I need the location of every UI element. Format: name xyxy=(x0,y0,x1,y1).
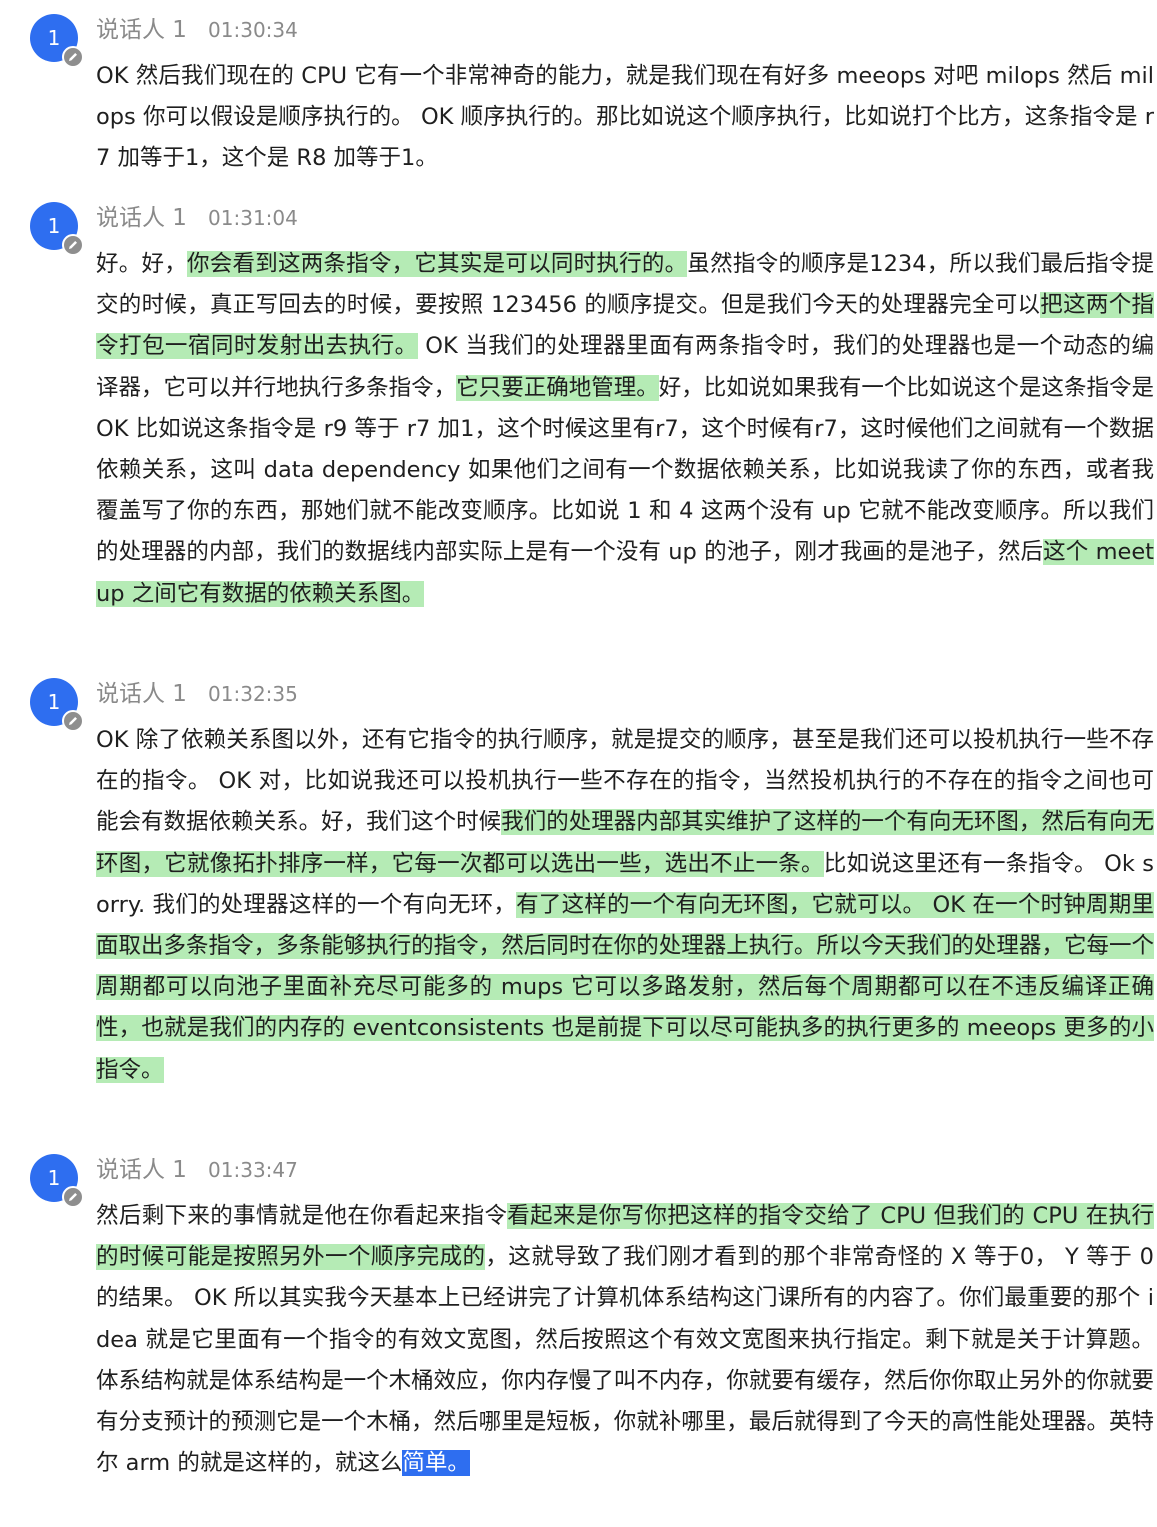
edit-icon[interactable] xyxy=(62,234,84,256)
timestamp[interactable]: 01:30:34 xyxy=(208,18,298,42)
timestamp[interactable]: 01:32:35 xyxy=(208,682,298,706)
text-segment[interactable]: OK 然后我们现在的 CPU 它有一个非常神奇的能力，就是我们现在有好多 mee… xyxy=(96,63,1154,171)
transcript-entry: 1 说话人 1 01:33:47 然后剩下来的事情就是他在你看起来指令看起来是你… xyxy=(0,1140,1157,1527)
speaker-name[interactable]: 说话人 1 xyxy=(96,681,187,707)
speaker-name[interactable]: 说话人 1 xyxy=(96,17,187,43)
text-segment[interactable]: 好。好， xyxy=(96,251,187,277)
edit-icon[interactable] xyxy=(62,710,84,732)
entry-meta: 说话人 1 01:32:35 xyxy=(96,678,298,710)
speaker-name[interactable]: 说话人 1 xyxy=(96,205,187,231)
entry-meta: 说话人 1 01:31:04 xyxy=(96,202,298,234)
text-segment[interactable]: ，这就导致了我们刚才看到的那个非常奇怪的 X 等于0， Y 等于 0 的结果。 … xyxy=(96,1244,1154,1476)
highlighted-text[interactable]: 你会看到这两条指令，它其实是可以同时执行的。 xyxy=(186,251,688,277)
transcript-text[interactable]: 好。好，你会看到这两条指令，它其实是可以同时执行的。虽然指令的顺序是1234，所… xyxy=(96,244,1154,615)
entry-meta: 说话人 1 01:30:34 xyxy=(96,14,298,46)
text-segment[interactable]: 好，比如说如果我有一个比如说这个是这条指令是 OK 比如说这条指令是 r9 等于… xyxy=(96,375,1154,566)
transcript-text[interactable]: OK 然后我们现在的 CPU 它有一个非常神奇的能力，就是我们现在有好多 mee… xyxy=(96,56,1154,180)
transcript-text[interactable]: 然后剩下来的事情就是他在你看起来指令看起来是你写你把这样的指令交给了 CPU 但… xyxy=(96,1196,1154,1484)
highlighted-text[interactable]: 有了这样的一个有向无环图，它就可以。 OK 在一个时钟周期里面取出多条指令，多条… xyxy=(96,891,1154,1083)
timestamp[interactable]: 01:33:47 xyxy=(208,1158,298,1182)
transcript-entry: 1 说话人 1 01:32:35 OK 除了依赖关系图以外，还有它指令的执行顺序… xyxy=(0,664,1157,1134)
entry-meta: 说话人 1 01:33:47 xyxy=(96,1154,298,1186)
timestamp[interactable]: 01:31:04 xyxy=(208,206,298,230)
speaker-name[interactable]: 说话人 1 xyxy=(96,1157,187,1183)
highlighted-text[interactable]: 它只要正确地管理。 xyxy=(456,374,659,401)
text-segment[interactable]: 然后剩下来的事情就是他在你看起来指令 xyxy=(96,1203,507,1229)
edit-icon[interactable] xyxy=(62,1186,84,1208)
transcript-text[interactable]: OK 除了依赖关系图以外，还有它指令的执行顺序，就是提交的顺序，甚至是我们还可以… xyxy=(96,720,1154,1091)
selected-text[interactable]: 简单。 xyxy=(402,1450,470,1477)
transcript-entry: 1 说话人 1 01:30:34 OK 然后我们现在的 CPU 它有一个非常神奇… xyxy=(0,0,1157,190)
edit-icon[interactable] xyxy=(62,46,84,68)
transcript-entry: 1 说话人 1 01:31:04 好。好，你会看到这两条指令，它其实是可以同时执… xyxy=(0,188,1157,658)
